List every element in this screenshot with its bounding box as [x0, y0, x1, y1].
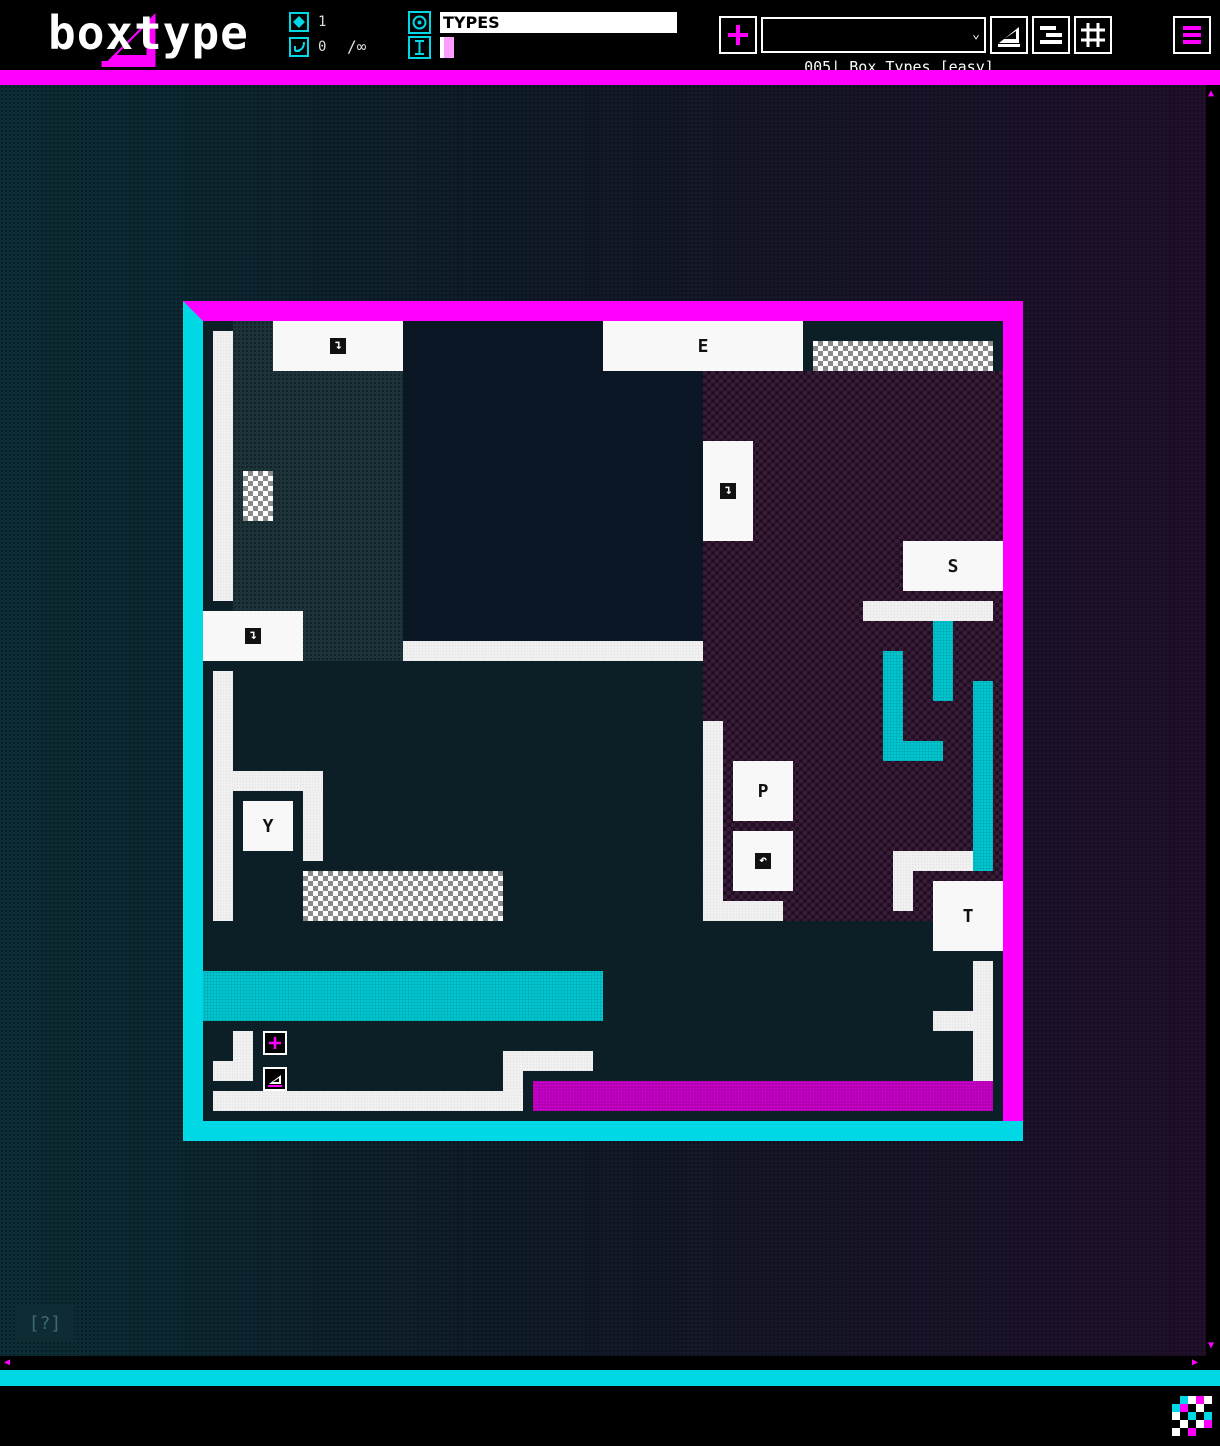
- structure-button[interactable]: [1032, 16, 1070, 54]
- steps-icon: [1040, 26, 1062, 44]
- undo-count: 0: [318, 39, 327, 55]
- arrow-box[interactable]: ↴: [273, 321, 403, 371]
- player-add-token[interactable]: [263, 1031, 287, 1055]
- cyan-wall: [883, 651, 903, 761]
- wall-segment: [213, 671, 233, 921]
- plus-icon: [269, 1037, 281, 1049]
- help-button[interactable]: [?]: [16, 1306, 74, 1342]
- wall-segment: [863, 601, 993, 621]
- arrow-box[interactable]: ↴: [203, 611, 303, 661]
- chevron-down-icon: ⌄: [972, 27, 980, 42]
- magenta-floor: [533, 1081, 993, 1111]
- wall-segment: [893, 851, 973, 871]
- box-t[interactable]: T: [933, 881, 1003, 951]
- cyan-floor: [203, 971, 603, 1021]
- cyan-wall: [933, 621, 953, 701]
- wall-segment: [303, 791, 323, 861]
- box-y[interactable]: Y: [243, 801, 293, 851]
- add-button[interactable]: [719, 16, 757, 54]
- scroll-down-icon[interactable]: ▼: [1208, 1341, 1214, 1351]
- vertical-scrollbar[interactable]: ▲ ▼: [1206, 85, 1220, 1356]
- goal-area: [303, 871, 503, 921]
- cyan-wall: [973, 681, 993, 871]
- corner-br: [1003, 1121, 1023, 1141]
- horizontal-scrollbar[interactable]: ◀ ▶: [0, 1356, 1220, 1370]
- app-title: boxtype: [48, 6, 249, 60]
- box-p[interactable]: P: [733, 761, 793, 821]
- header-divider: [0, 70, 1220, 85]
- arrow-down-right-icon: ↴: [245, 628, 261, 644]
- plus-icon: [728, 25, 748, 45]
- box-e[interactable]: E: [603, 321, 803, 371]
- scroll-left-icon[interactable]: ◀: [4, 1358, 10, 1368]
- left-wall: [183, 301, 203, 1141]
- wall-segment: [503, 1051, 523, 1091]
- wall-segment: [703, 721, 723, 921]
- wall-segment: [213, 331, 233, 601]
- top-wall: [183, 301, 1023, 321]
- edit-button[interactable]: [990, 16, 1028, 54]
- goal-area: [243, 471, 273, 521]
- top-bar: boxtype 1 0 /∞ TYPES 005| Box Types [eas…: [0, 0, 1220, 76]
- wall-segment: [973, 961, 993, 1081]
- wall-segment: [723, 901, 783, 921]
- cyan-wall: [903, 741, 943, 761]
- wall-segment: [893, 871, 913, 911]
- text-cursor-indicator: [440, 37, 454, 58]
- wall-segment: [213, 1091, 523, 1111]
- scroll-right-icon[interactable]: ▶: [1192, 1358, 1198, 1368]
- undo-arrow-icon: ↶: [755, 853, 771, 869]
- undo-icon: [289, 37, 309, 57]
- player-token[interactable]: [263, 1067, 287, 1091]
- bottom-wall: [183, 1121, 1023, 1141]
- moves-count: 1: [318, 14, 327, 30]
- text-cursor-icon: [408, 36, 431, 59]
- moves-icon: [289, 12, 309, 32]
- right-wall: [1003, 301, 1023, 1141]
- move-limit: /∞: [347, 37, 367, 56]
- footer-divider: [0, 1370, 1220, 1386]
- wall-segment: [233, 771, 323, 791]
- pixel-logo-icon: [1172, 1396, 1212, 1436]
- arrow-down-right-icon: ↴: [720, 483, 736, 499]
- level-select[interactable]: 005| Box Types [easy] ⌄: [761, 17, 994, 76]
- arrow-down-right-icon: ↴: [330, 338, 346, 354]
- wall-segment: [403, 641, 703, 661]
- box-s[interactable]: S: [903, 541, 1003, 591]
- grid-icon: [1081, 23, 1105, 47]
- hamburger-icon: [1183, 26, 1201, 44]
- bottom-bar: [0, 1386, 1220, 1446]
- goal-area: [813, 341, 993, 371]
- wall-segment: [933, 1011, 973, 1031]
- corner-tl: [183, 301, 203, 321]
- scroll-up-icon[interactable]: ▲: [1208, 89, 1214, 99]
- undo-box[interactable]: ↶: [733, 831, 793, 891]
- grid-button[interactable]: [1074, 16, 1112, 54]
- wall-segment: [213, 1061, 233, 1081]
- wall-segment: [523, 1051, 593, 1071]
- wall-segment: [233, 1031, 253, 1081]
- target-icon: [408, 11, 431, 34]
- menu-button[interactable]: [1173, 16, 1211, 54]
- arrow-box[interactable]: ↴: [703, 441, 753, 541]
- ramp-icon: [268, 1075, 282, 1087]
- ramp-icon: [998, 27, 1020, 47]
- level-title-input[interactable]: TYPES: [440, 12, 677, 33]
